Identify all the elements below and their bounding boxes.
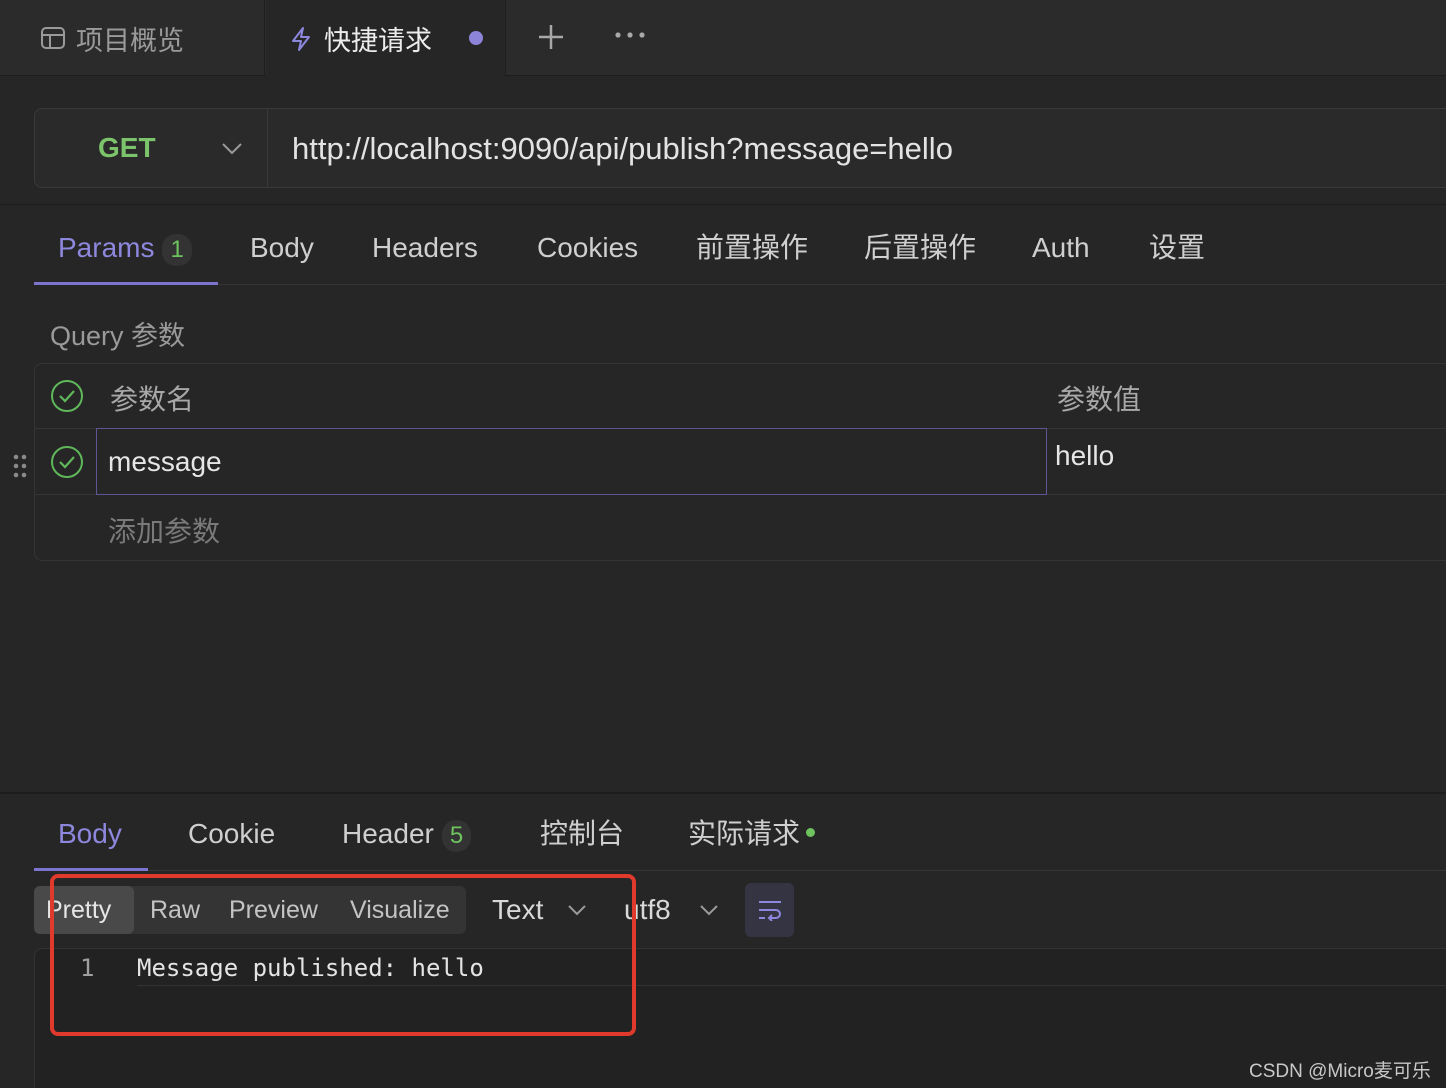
status-dot	[806, 828, 816, 838]
tab-pre-operations[interactable]: 前置操作	[696, 226, 808, 270]
header-count-badge: 5	[441, 820, 472, 852]
select-all-check-icon[interactable]	[50, 379, 84, 413]
tab-quick-request-label: 快捷请求	[324, 26, 432, 56]
tab-params[interactable]: Params 1	[58, 226, 192, 270]
tab-quick-request[interactable]: 快捷请求	[266, 0, 506, 77]
add-param-placeholder[interactable]: 添加参数	[108, 510, 220, 550]
response-tab-header[interactable]: Header 5	[342, 812, 472, 856]
response-tab-actual-request-label: 实际请求	[688, 818, 801, 849]
tab-headers[interactable]: Headers	[372, 226, 478, 270]
response-tab-header-label: Header	[342, 818, 434, 849]
params-count-badge: 1	[162, 234, 192, 266]
tab-project-overview[interactable]: 项目概览	[0, 0, 265, 76]
response-divider	[0, 792, 1446, 794]
param-enabled-check-icon[interactable]	[50, 445, 84, 479]
tab-params-label: Params	[58, 232, 155, 263]
tab-settings[interactable]: 设置	[1149, 226, 1205, 270]
response-tab-actual-request[interactable]: 实际请求	[688, 812, 816, 856]
layout-icon	[41, 27, 65, 49]
method-label: GET	[98, 132, 156, 163]
param-value-input[interactable]: hello	[1055, 440, 1114, 472]
chevron-down-icon[interactable]	[698, 899, 720, 921]
divider	[0, 204, 1446, 205]
chevron-down-icon[interactable]	[220, 136, 244, 160]
unsaved-dot	[469, 31, 483, 45]
tab-project-overview-label: 项目概览	[76, 25, 184, 56]
tab-post-operations[interactable]: 后置操作	[864, 226, 976, 270]
response-tab-body[interactable]: Body	[58, 812, 122, 856]
param-name-input[interactable]	[96, 428, 1047, 495]
watermark: CSDN @Micro麦可乐	[1249, 1061, 1431, 1082]
response-tab-console[interactable]: 控制台	[540, 812, 624, 856]
url-input[interactable]	[292, 126, 1432, 172]
tab-body[interactable]: Body	[250, 226, 314, 270]
word-wrap-icon	[758, 901, 781, 921]
tab-auth[interactable]: Auth	[1032, 226, 1090, 270]
word-wrap-button[interactable]	[745, 883, 794, 937]
response-tabs-divider	[34, 870, 1446, 871]
active-response-tab-indicator	[34, 868, 148, 871]
tab-cookies[interactable]: Cookies	[537, 226, 638, 270]
drag-handle-icon[interactable]	[12, 452, 28, 480]
lightning-icon	[292, 26, 310, 51]
more-options-icon[interactable]	[612, 20, 648, 50]
column-header-name: 参数名	[110, 384, 195, 415]
query-params-label: Query 参数	[50, 321, 186, 351]
annotation-highlight-box	[50, 874, 636, 1036]
new-tab-plus-icon[interactable]	[536, 18, 566, 56]
response-tab-cookie[interactable]: Cookie	[188, 812, 275, 856]
tabs-divider	[34, 284, 1446, 285]
active-tab-indicator	[34, 282, 218, 285]
column-header-value: 参数值	[1057, 384, 1142, 415]
